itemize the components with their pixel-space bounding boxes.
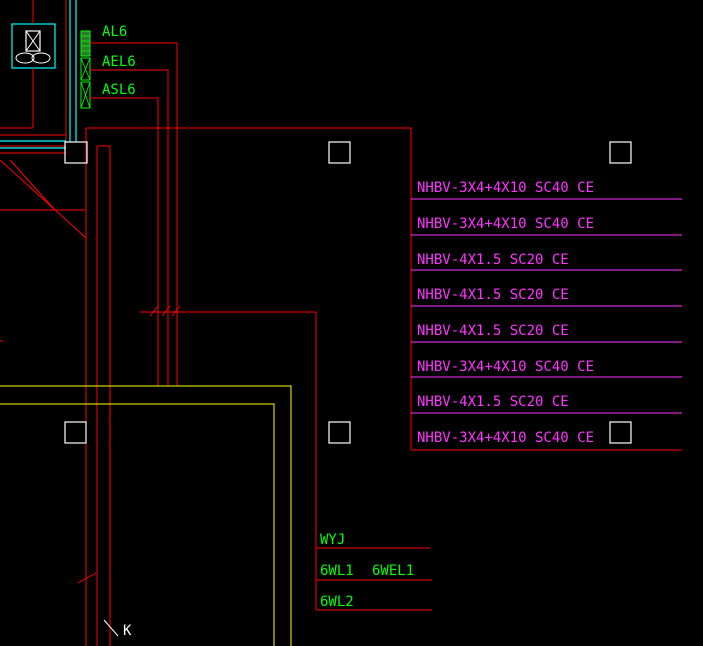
cable-row-4: NHBV-4X1.5 SC20 CE bbox=[417, 287, 569, 303]
cable-row-6: NHBV-3X4+4X10 SC40 CE bbox=[417, 359, 594, 375]
fan-symbol bbox=[11, 0, 56, 69]
panel-feeder-wires bbox=[0, 42, 682, 646]
panel-label-ael6: AEL6 bbox=[102, 54, 136, 70]
circuit-label-6wl1: 6WL1 bbox=[320, 563, 354, 579]
wire-count-ticks bbox=[149, 305, 181, 317]
vertical-riser bbox=[32, 0, 77, 142]
panel-label-al6: AL6 bbox=[102, 24, 127, 40]
circuit-label-6wl2: 6WL2 bbox=[320, 594, 354, 610]
cable-row-2: NHBV-3X4+4X10 SC40 CE bbox=[417, 216, 594, 232]
marker-letter-k: K bbox=[123, 623, 132, 639]
cad-drawing-canvas: AL6 AEL6 ASL6 NHBV-3X4+4X10 SC40 CE NHBV… bbox=[0, 0, 682, 646]
cable-row-5: NHBV-4X1.5 SC20 CE bbox=[417, 323, 569, 339]
cyan-feed bbox=[0, 140, 66, 149]
panel-boxes bbox=[80, 30, 91, 109]
circuit-label-6wel1: 6WEL1 bbox=[372, 563, 414, 579]
cable-row-1: NHBV-3X4+4X10 SC40 CE bbox=[417, 180, 594, 196]
room-walls bbox=[0, 385, 292, 646]
marker-leader-line bbox=[103, 619, 119, 637]
cable-row-3: NHBV-4X1.5 SC20 CE bbox=[417, 252, 569, 268]
panel-label-asl6: ASL6 bbox=[102, 82, 136, 98]
circuit-label-wyj: WYJ bbox=[320, 532, 345, 548]
cable-row-7: NHBV-4X1.5 SC20 CE bbox=[417, 394, 569, 410]
cable-row-8: NHBV-3X4+4X10 SC40 CE bbox=[417, 430, 594, 446]
